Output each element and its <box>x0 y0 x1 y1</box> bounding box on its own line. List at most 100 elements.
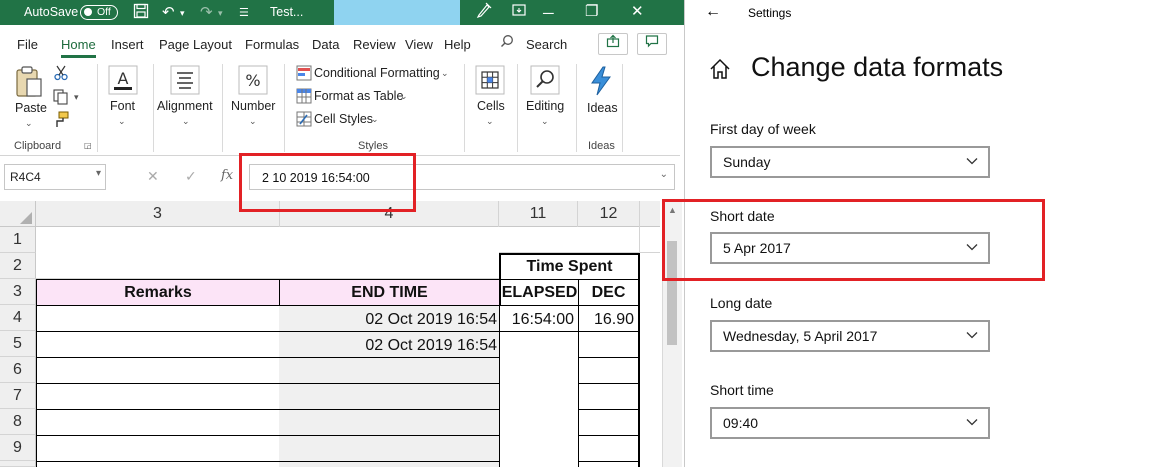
cells-chevron-icon[interactable]: ⌄ <box>486 116 494 127</box>
enter-icon[interactable]: ✓ <box>185 168 197 185</box>
editing-icon[interactable] <box>530 65 560 95</box>
search-label[interactable]: Search <box>526 37 567 52</box>
alignment-chevron-icon[interactable]: ⌄ <box>182 116 190 127</box>
column-header-11[interactable]: 11 <box>499 201 578 227</box>
cell-remarks-header[interactable]: Remarks <box>36 279 280 306</box>
search-icon[interactable] <box>500 34 514 51</box>
number-label[interactable]: Number <box>231 99 275 113</box>
short-time-dropdown[interactable]: 09:40 <box>710 407 990 439</box>
tab-help[interactable]: Help <box>444 37 471 52</box>
cell-r5-end-time[interactable]: 02 Oct 2019 16:54 <box>281 335 497 357</box>
number-format-icon[interactable]: % <box>238 65 268 95</box>
editing-chevron-icon[interactable]: ⌄ <box>541 116 549 127</box>
tab-file[interactable]: File <box>17 37 38 52</box>
cell-elapsed-header[interactable]: ELAPSED <box>499 279 579 306</box>
row-header-6[interactable]: 6 <box>0 357 36 383</box>
cells-icon[interactable] <box>475 65 505 95</box>
row-header-2[interactable]: 2 <box>0 253 36 279</box>
alignment-label[interactable]: Alignment <box>157 99 213 113</box>
tab-review[interactable]: Review <box>353 37 396 52</box>
redo-dropdown-icon[interactable]: ▾ <box>218 8 223 19</box>
cell-dec-header[interactable]: DEC <box>578 279 640 306</box>
column-header-12[interactable]: 12 <box>578 201 640 227</box>
tab-page-layout[interactable]: Page Layout <box>159 37 232 52</box>
autosave-toggle[interactable]: Off <box>80 5 118 20</box>
number-chevron-icon[interactable]: ⌄ <box>249 116 257 127</box>
font-chevron-icon[interactable]: ⌄ <box>118 116 126 127</box>
ideas-label[interactable]: Ideas <box>587 101 618 115</box>
cell-end-time-header[interactable]: END TIME <box>279 279 500 306</box>
customize-toolbar-icon[interactable]: ☰ <box>239 6 249 19</box>
tab-formulas[interactable]: Formulas <box>245 37 299 52</box>
font-icon[interactable]: A <box>108 65 138 95</box>
select-all-button[interactable] <box>0 201 36 227</box>
column-header-next[interactable] <box>640 201 660 227</box>
row-header-8[interactable]: 8 <box>0 409 36 435</box>
ideas-icon[interactable] <box>588 66 614 96</box>
short-date-dropdown[interactable]: 5 Apr 2017 <box>710 232 990 264</box>
share-icon[interactable] <box>598 33 628 55</box>
tab-home[interactable]: Home <box>61 37 96 58</box>
cell-styles-icon[interactable] <box>296 111 312 127</box>
name-box[interactable]: R4C4 ▾ <box>4 164 106 190</box>
column-header-4[interactable]: 4 <box>280 201 499 227</box>
back-arrow-icon[interactable]: ← <box>705 3 721 21</box>
vertical-scrollbar[interactable]: ▲ <box>662 201 682 467</box>
pen-icon[interactable] <box>476 2 492 22</box>
cell-time-spent[interactable]: Time Spent <box>499 253 640 280</box>
paste-chevron-icon[interactable]: ⌄ <box>25 118 33 129</box>
tab-data[interactable]: Data <box>312 37 339 52</box>
cell-r1c12[interactable] <box>578 227 640 253</box>
scroll-up-icon[interactable]: ▲ <box>668 205 677 215</box>
cell-r1c13[interactable] <box>640 227 660 253</box>
alignment-icon[interactable] <box>170 65 200 95</box>
name-box-dropdown-icon[interactable]: ▾ <box>96 168 101 179</box>
row-header-1[interactable]: 1 <box>0 227 36 253</box>
ribbon-display-icon[interactable] <box>511 2 527 22</box>
cancel-icon[interactable]: ✕ <box>147 168 159 185</box>
copy-icon[interactable] <box>52 88 70 106</box>
cut-icon[interactable] <box>54 65 68 81</box>
row-header-3[interactable]: 3 <box>0 279 36 305</box>
row-header-5[interactable]: 5 <box>0 331 36 357</box>
tab-insert[interactable]: Insert <box>111 37 144 52</box>
close-icon[interactable]: ✕ <box>631 2 644 20</box>
row-header-9[interactable]: 9 <box>0 435 36 461</box>
first-day-of-week-dropdown[interactable]: Sunday <box>710 146 990 178</box>
paste-icon[interactable] <box>14 64 44 100</box>
row-header-7[interactable]: 7 <box>0 383 36 409</box>
long-date-dropdown[interactable]: Wednesday, 5 April 2017 <box>710 320 990 352</box>
format-painter-icon[interactable] <box>52 111 70 129</box>
format-as-table-label[interactable]: Format as Table <box>314 89 403 103</box>
cells-label[interactable]: Cells <box>477 99 505 113</box>
editing-label[interactable]: Editing <box>526 99 564 113</box>
redo-icon[interactable]: ↷ <box>200 3 213 21</box>
cell-merged-header-area[interactable] <box>36 227 499 279</box>
cell-r4-dec[interactable]: 16.90 <box>580 309 637 331</box>
minimize-icon[interactable]: ─ <box>543 5 554 22</box>
comments-icon[interactable] <box>637 33 667 55</box>
home-icon[interactable] <box>709 58 731 85</box>
cell-r4-end-time[interactable]: 02 Oct 2019 16:54 <box>281 309 497 331</box>
tab-view[interactable]: View <box>405 37 433 52</box>
cell-r1c11[interactable] <box>499 227 578 253</box>
format-as-table-icon[interactable] <box>296 88 312 104</box>
conditional-formatting-icon[interactable] <box>296 65 312 81</box>
undo-dropdown-icon[interactable]: ▾ <box>180 8 185 19</box>
conditional-formatting-dropdown-icon[interactable]: ⌄ <box>441 68 449 79</box>
row-header-4[interactable]: 4 <box>0 305 36 331</box>
undo-icon[interactable]: ↶ <box>162 3 175 21</box>
formula-bar[interactable]: 2 10 2019 16:54:00 ⌄ <box>249 164 675 190</box>
scroll-thumb[interactable] <box>667 241 677 345</box>
cell-r4-elapsed[interactable]: 16:54:00 <box>501 309 577 331</box>
insert-function-icon[interactable]: fx <box>221 168 233 183</box>
save-icon[interactable] <box>133 3 149 23</box>
copy-dropdown-icon[interactable]: ▾ <box>74 92 79 103</box>
formula-expand-icon[interactable]: ⌄ <box>660 169 668 180</box>
cell-styles-dropdown-icon[interactable]: ⌄ <box>371 114 379 125</box>
font-label[interactable]: Font <box>110 99 135 113</box>
paste-label[interactable]: Paste <box>15 101 47 115</box>
conditional-formatting-label[interactable]: Conditional Formatting <box>314 66 440 80</box>
column-header-3[interactable]: 3 <box>36 201 280 227</box>
row-header-10[interactable] <box>0 461 36 467</box>
